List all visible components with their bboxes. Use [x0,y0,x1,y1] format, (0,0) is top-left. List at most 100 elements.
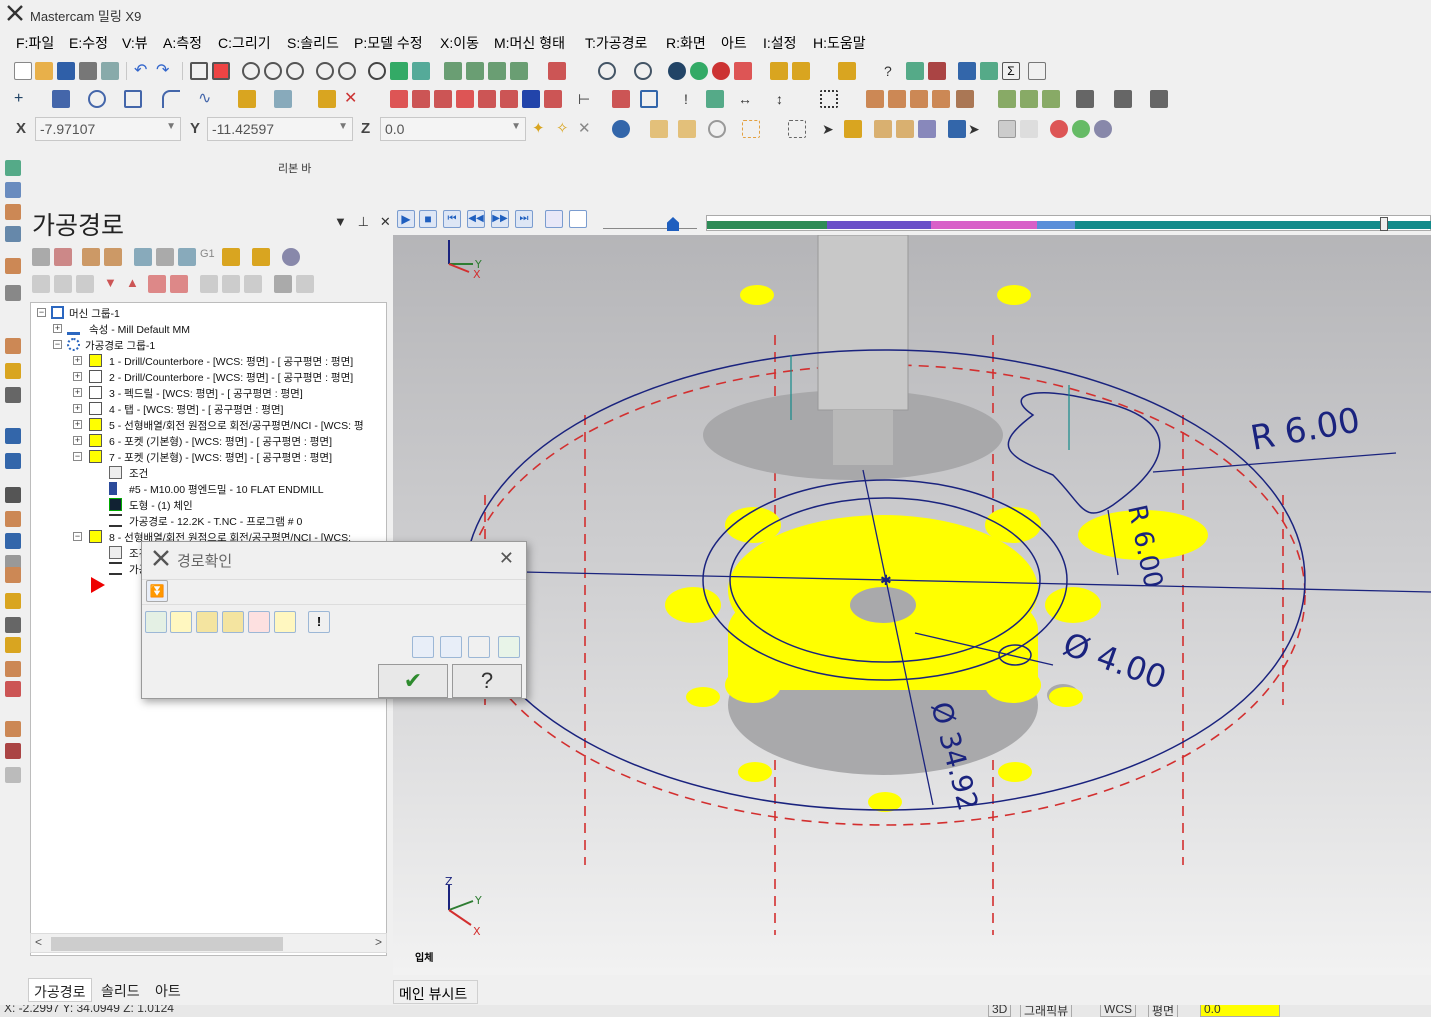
print-preview-icon[interactable] [101,62,119,80]
xform-drag-icon[interactable] [544,90,562,108]
select-body-icon[interactable] [918,120,936,138]
analyze-distance-icon[interactable] [906,62,924,80]
refresh-icon[interactable] [708,120,726,138]
regen-icon[interactable] [82,248,100,266]
pin-icon[interactable]: ⊥ [358,214,369,229]
rectangle-icon[interactable] [124,90,142,108]
pocket-icon[interactable] [5,258,21,274]
sigma-icon[interactable]: Σ [1002,62,1020,80]
collapse-icon[interactable] [244,275,262,293]
backplot-op-icon[interactable] [134,248,152,266]
close-icon[interactable]: ✕ [380,214,391,229]
expand-icon[interactable]: + [73,372,82,381]
dimension-horizontal-icon[interactable]: ↔ [738,90,756,108]
layout-icon[interactable] [1028,62,1046,80]
xform-scale-icon[interactable] [456,90,474,108]
xform-rotate-icon[interactable] [434,90,452,108]
zoom-window-icon[interactable] [264,62,282,80]
menu-screen[interactable]: R:화면 [666,33,706,53]
fixture-icon[interactable] [1150,90,1168,108]
analyze-icon[interactable]: ? [884,62,902,80]
redo-icon[interactable]: ↷ [156,62,174,80]
surface-finish-icon[interactable] [5,363,21,379]
display-endpoints-button[interactable] [248,611,270,633]
operation-manager-icon[interactable] [5,567,21,583]
menu-settings[interactable]: I:설정 [763,33,797,53]
lock-icon[interactable] [32,275,50,293]
expand-icon[interactable]: + [53,324,62,333]
spline-icon[interactable]: ∿ [198,90,216,108]
solid-sweep-icon[interactable] [910,90,928,108]
move-down-icon[interactable]: ▼ [104,275,122,293]
globe-icon[interactable] [598,62,616,80]
analyze-angle-icon[interactable] [928,62,946,80]
status-mode[interactable]: 3D [988,1005,1012,1017]
ok-button[interactable]: ✔ [378,664,448,698]
help-selection-icon[interactable] [1094,120,1112,138]
collapse-icon[interactable]: − [37,308,46,317]
expand-icon[interactable]: + [73,420,82,429]
select-edge-icon[interactable] [896,120,914,138]
collapse-icon[interactable]: − [53,340,62,349]
backplot-icon[interactable] [5,593,21,609]
hatch-icon[interactable] [820,90,838,108]
menu-edit[interactable]: E:수정 [69,33,108,53]
surface-revolve-icon[interactable] [1020,90,1038,108]
forward-end-icon[interactable]: ⏭ [515,210,533,228]
toolpath-display-icon[interactable] [569,210,587,228]
save-icon[interactable] [57,62,75,80]
view-top-icon[interactable] [444,62,462,80]
unzoom-icon[interactable] [316,62,334,80]
transform-toolpath-icon[interactable] [5,428,21,444]
verify-op-icon[interactable] [156,248,174,266]
xform-offset-icon[interactable] [478,90,496,108]
select-dirty-icon[interactable] [54,248,72,266]
dynamic-rotate-icon[interactable] [390,62,408,80]
single-op-icon[interactable] [200,275,218,293]
insert-arrow-icon[interactable] [148,275,166,293]
chevron-down-icon[interactable]: ▼ [511,121,521,132]
expand-dialog-button[interactable]: ⏬ [146,580,168,602]
filter-icon[interactable] [274,275,292,293]
step-forward-icon[interactable]: ▶▶ [491,210,509,228]
collapse-icon[interactable]: − [73,452,82,461]
surface-ruled-icon[interactable] [998,90,1016,108]
view-side-icon[interactable] [488,62,506,80]
x-coordinate-input[interactable]: -7.97107 ▼ [35,117,181,141]
note-icon[interactable]: ! [684,90,702,108]
scroll-right-icon[interactable]: > [375,935,382,949]
grid-icon[interactable] [612,90,630,108]
info-button[interactable]: ! [308,611,330,633]
scroll-thumb[interactable] [51,937,283,951]
scroll-arrow-icon[interactable] [170,275,188,293]
trim-icon[interactable] [318,90,336,108]
view-options-icon[interactable] [548,62,566,80]
delete-icon[interactable]: ✕ [344,90,362,108]
repaint-icon[interactable] [212,62,230,80]
surface-sweep-icon[interactable] [1042,90,1060,108]
wireframe-view-icon[interactable] [5,487,21,503]
select-face-icon[interactable] [874,120,892,138]
autocursor-icon[interactable]: ✦ [532,120,550,138]
zoom-target-icon[interactable] [242,62,260,80]
highfeed-icon[interactable] [252,248,270,266]
chevron-down-icon[interactable]: ▼ [338,121,348,132]
quick-verify-button[interactable] [274,611,296,633]
line-width-icon[interactable] [792,62,810,80]
status-plane[interactable]: 평면 [1148,1005,1179,1017]
menu-model-prep[interactable]: P:모델 수정 [354,33,423,53]
insert-arrow-icon[interactable] [91,577,105,593]
regen-dirty-icon[interactable] [104,248,122,266]
menu-analyze[interactable]: A:측정 [163,33,202,53]
dimension-vertical-icon[interactable]: ↕ [776,90,794,108]
display-rapid-button[interactable] [196,611,218,633]
select-all-ops-icon[interactable] [32,248,50,266]
gear-icon[interactable] [958,62,976,80]
tab-main-viewsheet[interactable]: 메인 뷰시트 [393,980,478,1004]
translucent-icon[interactable] [712,62,730,80]
z-coordinate-input[interactable]: 0.0 ▼ [380,117,526,141]
rewind-start-icon[interactable]: ⏮ [443,210,461,228]
shade-icon[interactable] [668,62,686,80]
solid-cylinder-icon[interactable] [5,743,21,759]
stock-icon[interactable] [1114,90,1132,108]
